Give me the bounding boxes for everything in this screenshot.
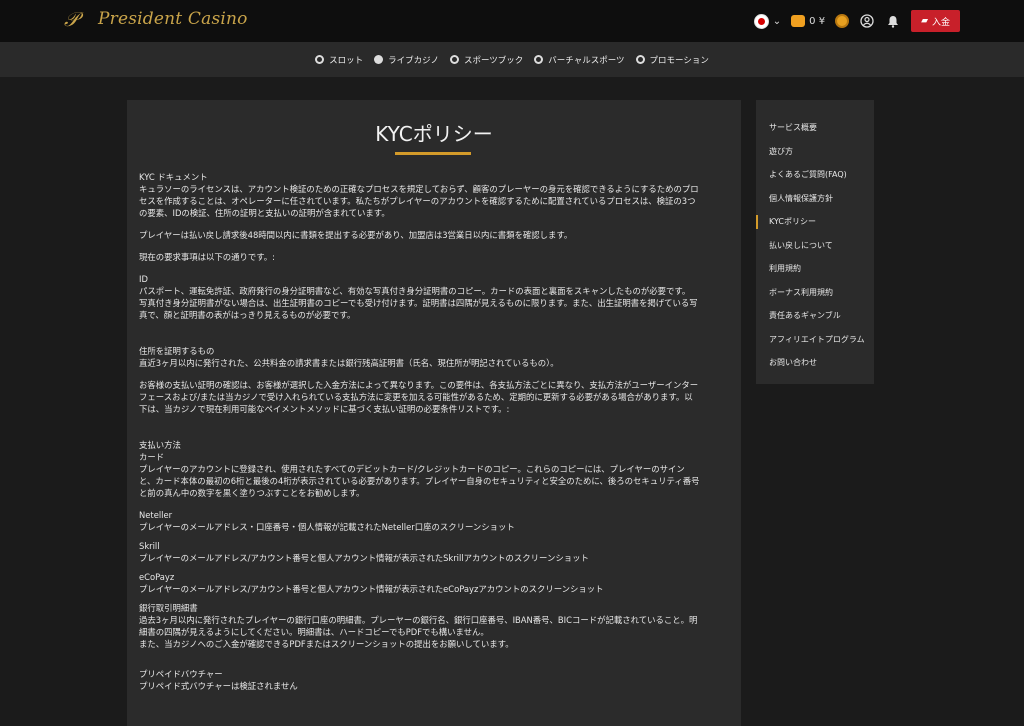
voucher-heading: プリペイドバウチャー <box>139 669 223 679</box>
sports-ball-icon <box>449 55 459 64</box>
sidebar-item-refunds[interactable]: 払い戻しについて <box>756 234 874 258</box>
nav-label: スロット <box>329 55 364 66</box>
title-underline <box>395 152 471 155</box>
neteller-heading: Neteller <box>139 510 173 520</box>
sidebar-item-bonus-terms[interactable]: ボーナス利用規約 <box>756 281 874 305</box>
methods-heading: 支払い方法 <box>139 440 181 450</box>
header-actions: ⌄ 0 ¥ ▰ 入金 <box>753 7 960 35</box>
bank-line: 細書の四隅が見えるようにしてください。明細書は、ハードコピーでもPDFでも構いま… <box>139 627 489 637</box>
address-heading: 住所を証明するもの <box>139 346 215 356</box>
chevron-down-icon[interactable]: ⌄ <box>773 16 781 27</box>
nav-item-live-casino[interactable]: ライブカジノ <box>374 54 439 66</box>
intro-line: セスを作成することは、オペレーターに任されています。私たちがプレイヤーのアカウン… <box>139 196 696 206</box>
coin-icon[interactable] <box>835 14 850 28</box>
bell-icon[interactable] <box>885 13 901 29</box>
japan-flag-icon[interactable] <box>753 13 769 29</box>
ecopayz-line: プレイヤーのメールアドレス/アカウント番号と個人アカウント情報が表示されたeCo… <box>139 584 604 594</box>
live-casino-icon <box>374 55 384 64</box>
bank-line: 過去3ヶ月以内に発行されたプレイヤーの銀行口座の明細書。プレーヤーの銀行名、銀行… <box>139 615 698 625</box>
deposit-label: 入金 <box>931 17 950 28</box>
info-sidebar: サービス概要 遊び方 よくあるご質問(FAQ) 個人情報保護方針 KYCポリシー… <box>756 100 874 384</box>
id-line: 真で、顔と証明書の表がはっきり見えるものが必要です。 <box>139 310 356 320</box>
page-title: KYCポリシー <box>375 122 493 146</box>
requirements-paragraph: 現在の要求事項は以下の通りです。: <box>139 252 275 262</box>
skrill-heading: Skrill <box>139 541 160 551</box>
nav-label: バーチャルスポーツ <box>548 55 625 66</box>
intro-heading: KYC ドキュメント <box>139 172 208 182</box>
id-line: パスポート、運転免許証、政府発行の身分証明書など、有効な写真付き身分証明書のコピ… <box>139 286 691 296</box>
wallet-icon <box>791 15 806 27</box>
sidebar-item-how-to-play[interactable]: 遊び方 <box>756 140 874 164</box>
bank-heading: 銀行取引明細書 <box>139 603 198 613</box>
payment-line: 下は、当カジノで現在利用可能なペイメントメソッドに基づく支払い証明の必要条件リス… <box>139 404 510 414</box>
logo-text: President Casino <box>98 9 248 29</box>
policy-content: KYC ドキュメント キュラソーのライセンスは、アカウント検証のための正確なプロ… <box>139 171 729 692</box>
skrill-line: プレイヤーのメールアドレス/アカウント番号と個人アカウント情報が表示されたSkr… <box>139 553 589 563</box>
nav-label: スポーツブック <box>463 55 524 66</box>
card-line: と前の真ん中の数字を黒く塗りつぶすことをお勧めします。 <box>139 488 365 498</box>
sidebar-item-contact[interactable]: お問い合わせ <box>756 351 874 375</box>
logo-mark-icon: 𝒫 <box>64 7 79 31</box>
virtual-sports-icon <box>534 55 544 64</box>
intro-line: の要素、IDの検証、住所の証明と支払いの証明が含まれています。 <box>139 208 390 218</box>
nav-item-sportsbook[interactable]: スポーツブック <box>449 54 524 66</box>
bank-line: また、当カジノへのご入金が確認できるPDFまたはスクリーンショットの提出をお願い… <box>139 639 514 649</box>
sidebar-item-responsible-gambling[interactable]: 責任あるギャンブル <box>756 304 874 328</box>
deposit-button[interactable]: ▰ 入金 <box>911 10 960 32</box>
voucher-line: プリペイド式バウチャーは検証されません <box>139 681 298 691</box>
card-line: と、カード本体の最初の6桁と最後の4桁が表示されている必要があります。プレイヤー… <box>139 476 700 486</box>
sidebar-item-affiliate[interactable]: アフィリエイトプログラム <box>756 328 874 352</box>
wallet-amount: 0 ¥ <box>809 15 826 27</box>
payment-line: フェースおよび/または当カジノで受け入れられている支払方法に変更を加える可能性が… <box>139 392 693 402</box>
nav-item-virtual-sports[interactable]: バーチャルスポーツ <box>534 54 625 66</box>
site-logo[interactable]: 𝒫 President Casino <box>64 8 248 30</box>
sidebar-item-kyc[interactable]: KYCポリシー <box>756 210 874 234</box>
nav-label: ライブカジノ <box>388 55 439 66</box>
id-heading: ID <box>139 274 148 284</box>
sidebar-item-faq[interactable]: よくあるご質問(FAQ) <box>756 163 874 187</box>
payment-line: お客様の支払い証明の確認は、お客様が選択した入金方法によって異なります。この要件… <box>139 380 699 390</box>
sidebar-item-privacy[interactable]: 個人情報保護方針 <box>756 187 874 211</box>
user-icon[interactable] <box>859 13 875 29</box>
sidebar-item-service-overview[interactable]: サービス概要 <box>756 116 874 140</box>
main-nav: スロット ライブカジノ スポーツブック バーチャルスポーツ プロモーション <box>0 42 1024 77</box>
nav-item-promotions[interactable]: プロモーション <box>635 54 709 66</box>
policy-panel: KYCポリシー KYC ドキュメント キュラソーのライセンスは、アカウント検証の… <box>127 100 741 726</box>
deposit-icon: ▰ <box>921 16 928 26</box>
nav-label: プロモーション <box>649 55 709 66</box>
wallet-balance[interactable]: 0 ¥ <box>791 15 825 27</box>
sidebar-item-terms[interactable]: 利用規約 <box>756 257 874 281</box>
card-heading: カード <box>139 452 165 462</box>
withdraw-paragraph: プレイヤーは払い戻し請求後48時間以内に書類を提出する必要があり、加盟店は3営業… <box>139 230 573 240</box>
nav-item-slots[interactable]: スロット <box>315 54 363 66</box>
intro-line: キュラソーのライセンスは、アカウント検証のための正確なプロセスを規定しておらず、… <box>139 184 699 194</box>
top-header: 𝒫 President Casino ⌄ 0 ¥ ▰ 入金 <box>0 0 1024 42</box>
ecopayz-heading: eCoPayz <box>139 572 175 582</box>
id-line: 写真付き身分証明書がない場合は、出生証明書のコピーでも受け付けます。証明書は四隅… <box>139 298 698 308</box>
address-line: 直近3ヶ月以内に発行された、公共料金の請求書または銀行残高証明書（氏名、現住所が… <box>139 358 559 368</box>
slot-icon <box>315 55 325 64</box>
gift-icon <box>635 55 645 64</box>
neteller-line: プレイヤーのメールアドレス・口座番号・個人情報が記載されたNeteller口座の… <box>139 522 515 532</box>
card-line: プレイヤーのアカウントに登録され、使用されたすべてのデビットカード/クレジットカ… <box>139 464 685 474</box>
